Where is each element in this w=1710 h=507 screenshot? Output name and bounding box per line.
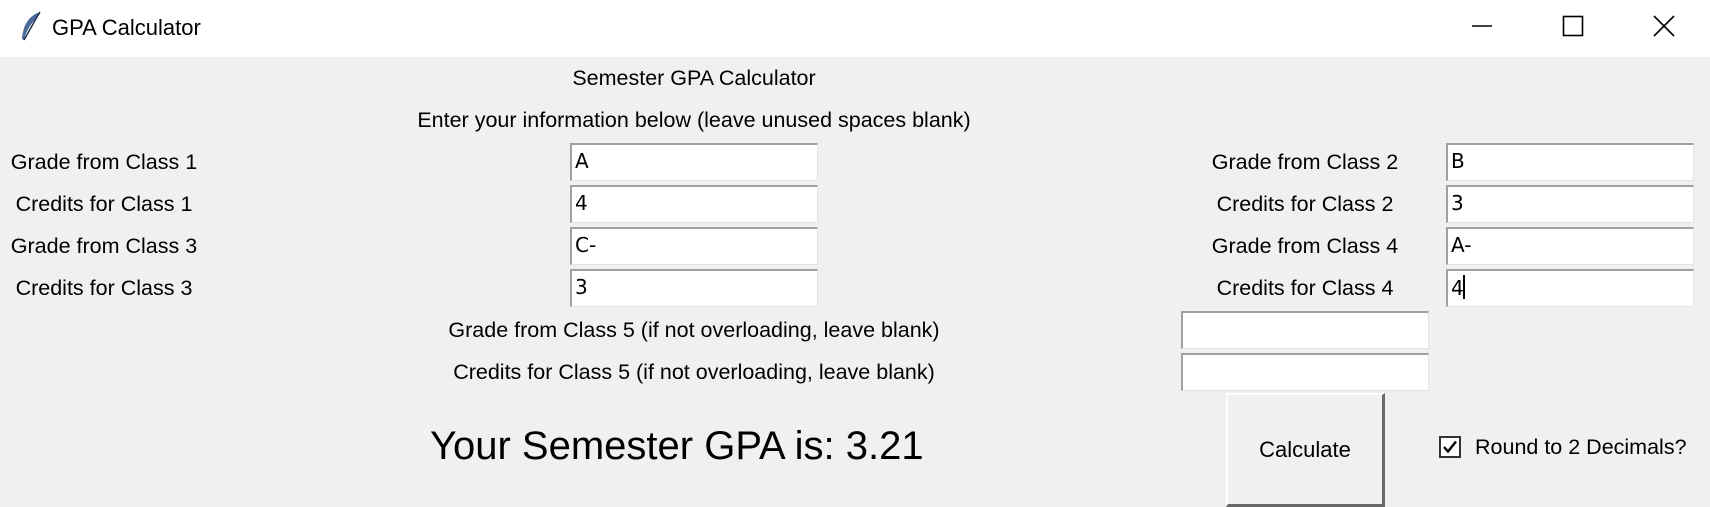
grade-class-5-label: Grade from Class 5 (if not overloading, …	[448, 318, 940, 342]
grade-class-4-label: Grade from Class 4	[1211, 234, 1399, 258]
credits-class-1-input[interactable]: 4	[570, 185, 818, 223]
grade-class-5-input[interactable]	[1181, 311, 1429, 349]
round-checkbox[interactable]	[1439, 436, 1461, 458]
grade-class-3-input[interactable]: C-	[570, 227, 818, 265]
page-title: Semester GPA Calculator	[572, 66, 816, 90]
credits-class-4-input[interactable]: 4	[1446, 269, 1694, 307]
calculate-button[interactable]: Calculate	[1226, 393, 1385, 507]
grade-class-4-input[interactable]: A-	[1446, 227, 1694, 265]
instructions-text: Enter your information below (leave unus…	[417, 108, 971, 132]
calculate-button-label: Calculate	[1259, 436, 1351, 462]
credits-class-2-input[interactable]: 3	[1446, 185, 1694, 223]
checkmark-icon	[1443, 440, 1457, 454]
maximize-icon	[1562, 15, 1584, 37]
credits-class-3-input[interactable]: 3	[570, 269, 818, 307]
credits-class-1-label: Credits for Class 1	[15, 192, 193, 216]
round-checkbox-label[interactable]: Round to 2 Decimals?	[1475, 436, 1687, 459]
text-cursor	[1462, 275, 1465, 299]
grade-class-2-label: Grade from Class 2	[1211, 150, 1399, 174]
credits-class-3-label: Credits for Class 3	[15, 276, 193, 300]
close-button[interactable]	[1622, 0, 1706, 52]
credits-class-5-label: Credits for Class 5 (if not overloading,…	[453, 360, 935, 384]
minimize-icon	[1472, 25, 1492, 27]
grade-class-2-input[interactable]: B	[1446, 143, 1694, 181]
gpa-result: Your Semester GPA is: 3.21	[430, 424, 924, 468]
credits-class-2-label: Credits for Class 2	[1216, 192, 1394, 216]
close-icon	[1653, 15, 1675, 37]
grade-class-1-label: Grade from Class 1	[10, 150, 198, 174]
grade-class-3-label: Grade from Class 3	[10, 234, 198, 258]
title-bar: GPA Calculator	[0, 0, 1710, 57]
grade-class-1-input[interactable]: A	[570, 143, 818, 181]
credits-class-4-label: Credits for Class 4	[1216, 276, 1394, 300]
minimize-button[interactable]	[1440, 0, 1524, 52]
maximize-button[interactable]	[1531, 0, 1615, 52]
feather-icon	[22, 11, 41, 41]
window-title: GPA Calculator	[52, 15, 201, 40]
credits-class-5-input[interactable]	[1181, 353, 1429, 391]
